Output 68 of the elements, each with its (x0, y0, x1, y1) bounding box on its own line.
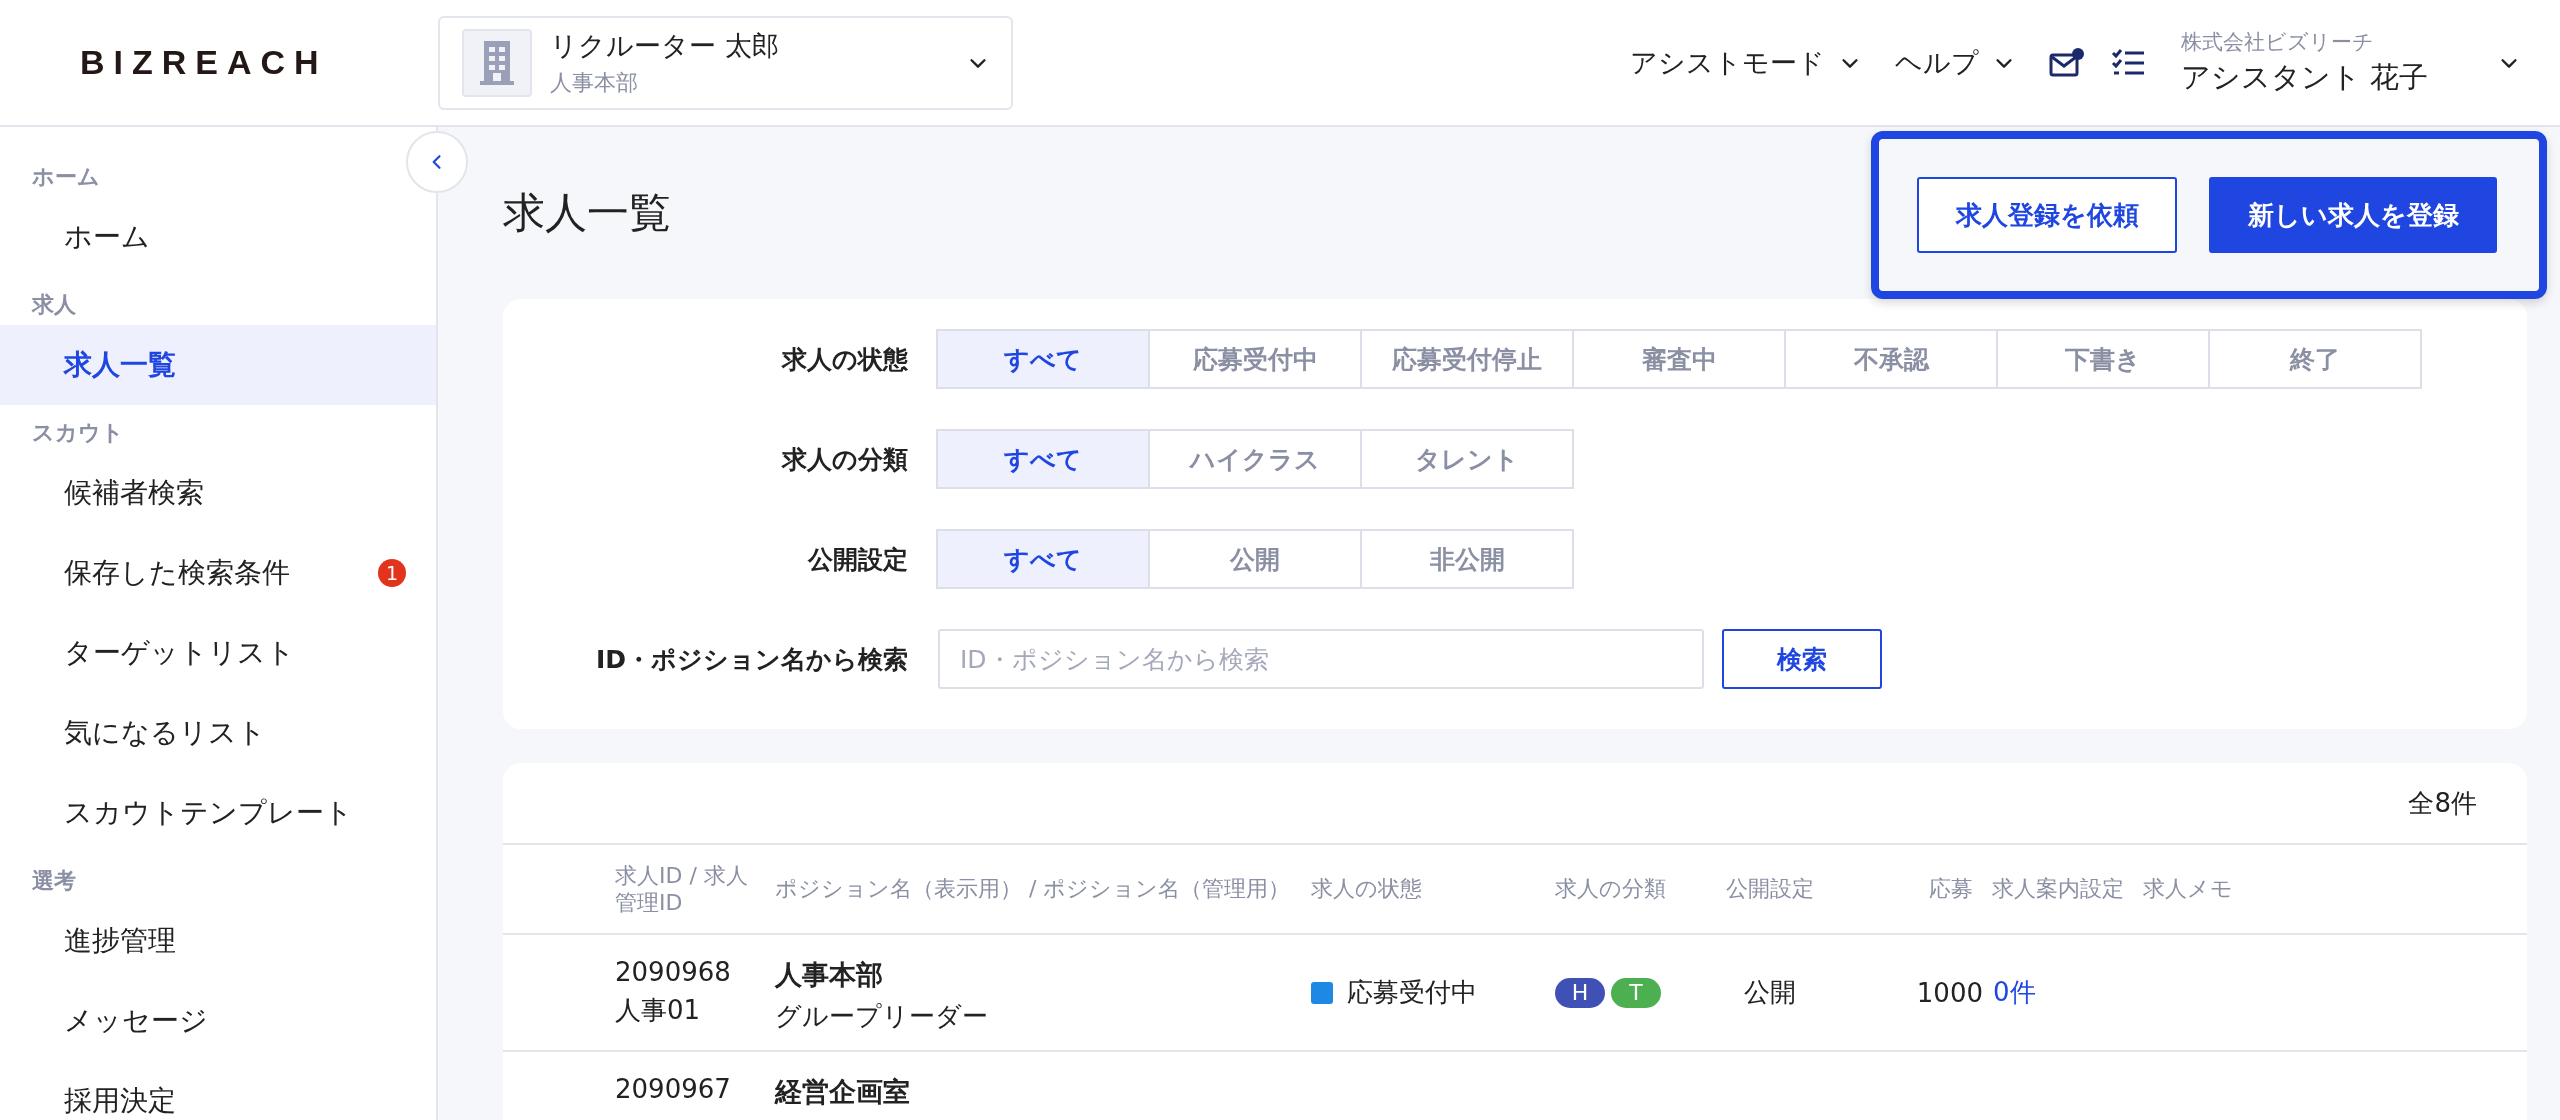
nav-item-label: 採用決定 (64, 1083, 176, 1119)
header-menu[interactable]: ヘルプ (1894, 44, 2015, 81)
column-header: 求人メモ (2143, 875, 2234, 903)
nav-item[interactable]: メッセージ (0, 981, 436, 1061)
nav-item[interactable]: 進捗管理 (0, 901, 436, 981)
status-text: 応募受付中 (1347, 976, 1477, 1009)
column-header: 求人案内設定 (1991, 875, 2125, 903)
category-tag: T (1611, 977, 1661, 1008)
request-job-button[interactable]: 求人登録を依頼 (1917, 177, 2177, 253)
nav-item-label: 進捗管理 (64, 923, 176, 959)
nav-item[interactable]: ターゲットリスト (0, 613, 436, 693)
filter-option[interactable]: すべて (936, 329, 1150, 389)
filter-option[interactable]: すべて (936, 429, 1150, 489)
nav-item[interactable]: 候補者検索 (0, 453, 436, 533)
nav-section-title: ホーム (31, 163, 101, 191)
nav-item-label: スカウトテンプレート (64, 795, 353, 831)
nav-item-label: 候補者検索 (64, 475, 204, 511)
column-header: ポジション名（表示用） / ポジション名（管理用） (775, 875, 1292, 903)
create-job-button[interactable]: 新しい求人を登録 (2209, 177, 2497, 253)
filter-option[interactable]: すべて (936, 529, 1150, 589)
nav-item-label: メッセージ (64, 1003, 208, 1039)
nav-item[interactable]: 保存した検索条件 1 (0, 533, 436, 613)
checklist-icon[interactable] (2110, 47, 2145, 78)
column-header: 応募 (1928, 875, 1974, 903)
nav-section-title: 求人 (30, 291, 77, 319)
total-count: 全8件 (2407, 786, 2478, 820)
nav-item[interactable]: 気になるリスト (0, 693, 436, 773)
account-department: 人事本部 (550, 68, 639, 97)
search-label: ID・ポジション名から検索 (594, 643, 909, 676)
building-icon (462, 28, 532, 97)
user-menu[interactable]: 株式会社ビズリーチ アシスタント 花子 (2180, 27, 2520, 98)
account-name: リクルーター 太郎 (550, 28, 780, 63)
nav-item-label: ホーム (64, 219, 150, 255)
nav-item[interactable]: 求人一覧 (0, 325, 436, 405)
count-badge: 1 (378, 559, 406, 587)
nav-item-label: 気になるリスト (64, 715, 266, 751)
filter-label: 求人の分類 (780, 443, 909, 476)
account-selector[interactable]: リクルーター 太郎 人事本部 (438, 15, 1013, 110)
column-header: 求人の分類 (1555, 875, 1667, 903)
visibility-text: 公開 (1743, 976, 1797, 1009)
nav-item-label: 求人一覧 (64, 347, 176, 383)
guide-link[interactable]: 0件 (1983, 977, 2036, 1007)
brand-logo: BIZREACH (80, 43, 329, 82)
header-menu[interactable]: アシストモード (1629, 44, 1861, 81)
mail-icon[interactable] (2048, 46, 2085, 79)
position-department: 人事本部 (775, 958, 884, 992)
column-header: 求人ID / 求人管理ID (615, 861, 749, 917)
search-field[interactable]: ID・ポジション名から検索 (938, 629, 1704, 689)
job-id: 2090968 (615, 957, 732, 987)
nav-item[interactable]: 採用決定 (0, 1061, 436, 1120)
position-department: 経営企画室 (775, 1075, 911, 1109)
filter-label: 公開設定 (806, 543, 909, 576)
position-name: グループリーダー (775, 1000, 989, 1033)
column-header: 公開設定 (1726, 875, 1815, 903)
nav-section-title: 選考 (31, 867, 77, 895)
application-count: 1000 (1915, 977, 1983, 1008)
nav-section-title: スカウト (31, 419, 125, 447)
nav-item[interactable]: スカウトテンプレート (0, 773, 436, 853)
job-id: 2090967 (615, 1074, 732, 1104)
category-tag: H (1555, 977, 1605, 1008)
nav-item-label: ターゲットリスト (64, 635, 295, 671)
column-header: 求人の状態 (1311, 875, 1423, 903)
management-id: 人事01 (615, 994, 702, 1027)
page-title: 求人一覧 (503, 187, 671, 239)
nav-item[interactable]: ホーム (0, 197, 436, 277)
nav-item-label: 保存した検索条件 (64, 555, 290, 591)
filter-label: 求人の状態 (780, 343, 909, 376)
search-button[interactable]: 検索 (1722, 629, 1882, 689)
